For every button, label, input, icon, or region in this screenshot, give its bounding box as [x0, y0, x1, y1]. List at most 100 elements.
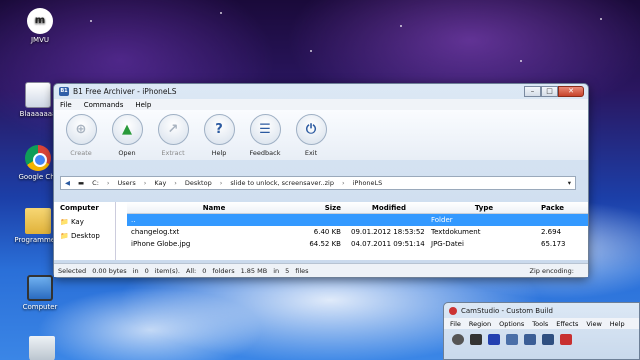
annotation-icon[interactable] [560, 334, 572, 345]
tree-item-label: Desktop [70, 232, 100, 240]
extract-button[interactable]: ↗ Extract [154, 114, 192, 157]
star [310, 50, 312, 52]
desktop-icon-label: Google Chr [18, 173, 58, 181]
column-size[interactable]: Size [297, 204, 347, 212]
tree-item-kay[interactable]: 📁 Kay [60, 218, 111, 226]
cam-menu-view[interactable]: View [586, 320, 601, 328]
column-name[interactable]: Name [127, 204, 297, 212]
open-icon: ▲ [111, 114, 143, 145]
status-files-label: files [295, 266, 309, 275]
region-icon[interactable] [506, 334, 518, 345]
exit-label: Exit [304, 149, 318, 157]
breadcrumb-users[interactable]: Users [118, 179, 136, 187]
column-packed[interactable]: Packe [537, 204, 577, 212]
recycle-bin-icon [29, 336, 55, 360]
chevron-down-icon[interactable]: ▾ [568, 179, 571, 187]
breadcrumb-separator: › [219, 179, 223, 187]
maximize-button[interactable]: □ [541, 86, 558, 97]
breadcrumb-separator: › [143, 179, 147, 187]
tree-item-desktop[interactable]: 📁 Desktop [60, 232, 111, 240]
status-bar: Selected 0.00 bytes in 0 item(s). All: 0… [54, 263, 588, 277]
create-label: Create [70, 149, 92, 157]
menu-commands[interactable]: Commands [84, 101, 124, 109]
window-icon[interactable] [524, 334, 536, 345]
window-title: B1 Free Archiver - iPhoneLS [73, 87, 177, 96]
help-button[interactable]: ? Help [200, 114, 238, 157]
menu-bar: File Commands Help [54, 99, 588, 110]
file-name: iPhone Globe.jpg [131, 240, 191, 248]
column-modified[interactable]: Modified [347, 204, 427, 212]
camstudio-window: CamStudio - Custom Build File Region Opt… [443, 302, 640, 360]
tree-header[interactable]: Computer [60, 204, 111, 212]
feedback-button[interactable]: ☰ Feedback [246, 114, 284, 157]
breadcrumb-iphonels[interactable]: iPhoneLS [353, 179, 383, 187]
cam-menu-file[interactable]: File [450, 320, 461, 328]
file-packed: 2.694 [541, 228, 562, 236]
file-packed: 65.173 [541, 240, 566, 248]
toolbar: ⊕ Create ▲ Open ↗ Extract ? Help ☰ Feedb… [54, 110, 588, 160]
close-button[interactable]: ✕ [558, 86, 584, 97]
archiver-window: B1 B1 Free Archiver - iPhoneLS – □ ✕ Fil… [53, 83, 589, 278]
camstudio-app-icon [449, 306, 457, 315]
menu-help[interactable]: Help [135, 101, 151, 109]
star [520, 60, 522, 62]
file-type: Textdokument [431, 228, 481, 236]
title-bar[interactable]: B1 B1 Free Archiver - iPhoneLS – □ ✕ [54, 84, 588, 99]
file-modified: 04.07.2011 09:51:14 [351, 240, 425, 248]
desktop-icon-label: Computer [22, 303, 58, 311]
cam-menu-effects[interactable]: Effects [556, 320, 578, 328]
back-arrow-icon[interactable]: ◀ [65, 179, 70, 187]
camstudio-menu-bar: File Region Options Tools Effects View H… [444, 318, 639, 329]
feedback-label: Feedback [249, 149, 281, 157]
column-headers: Name Size Modified Type Packe [127, 202, 588, 214]
fullscreen-icon[interactable] [542, 334, 554, 345]
table-row[interactable]: iPhone Globe.jpg 64.52 KB 04.07.2011 09:… [127, 238, 588, 250]
status-in: in [273, 266, 280, 275]
cam-menu-region[interactable]: Region [469, 320, 491, 328]
address-bar[interactable]: ◀ ▬ C: › Users › Kay › Desktop › slide t… [60, 176, 576, 190]
camstudio-title: CamStudio - Custom Build [461, 306, 553, 315]
file-name: changelog.txt [131, 228, 180, 236]
status-items-label: item(s). [154, 266, 180, 275]
app-icon: B1 [59, 87, 69, 96]
desktop-icon-computer[interactable]: Computer [10, 275, 70, 311]
breadcrumb-desktop[interactable]: Desktop [185, 179, 212, 187]
table-row[interactable]: changelog.txt 6.40 KB 09.01.2012 18:53:5… [127, 226, 588, 238]
desktop-icon-jmvu[interactable]: m JMVU [10, 8, 70, 44]
table-row[interactable]: .. Folder [127, 214, 588, 226]
record-icon[interactable] [452, 334, 464, 345]
file-modified: 09.01.2012 18:53:52 [351, 228, 425, 236]
chrome-icon [25, 145, 51, 171]
camstudio-title-bar[interactable]: CamStudio - Custom Build [444, 303, 639, 318]
file-list: Name Size Modified Type Packe .. Folder … [127, 202, 588, 260]
column-type[interactable]: Type [427, 204, 537, 212]
status-folders-count: 0 [202, 266, 207, 275]
feedback-icon: ☰ [249, 114, 281, 145]
help-label: Help [211, 149, 227, 157]
breadcrumb-zip[interactable]: slide to unlock, screensaver..zip [230, 179, 334, 187]
status-selected: Selected [58, 266, 87, 275]
tree-item-label: Kay [70, 218, 84, 226]
extract-label: Extract [161, 149, 185, 157]
desktop-icon-label: Blaaaaaaa [19, 110, 57, 118]
minimize-button[interactable]: – [524, 86, 541, 97]
jmvu-icon: m [27, 8, 53, 34]
exit-button[interactable]: ⏻ Exit [292, 114, 330, 157]
file-size: 6.40 KB [313, 228, 341, 236]
drive-icon: ▬ [78, 179, 85, 187]
cam-menu-options[interactable]: Options [499, 320, 524, 328]
power-icon: ⏻ [295, 114, 327, 145]
open-label: Open [118, 149, 136, 157]
extract-icon: ↗ [157, 114, 189, 145]
cam-menu-help[interactable]: Help [610, 320, 625, 328]
pause-icon[interactable] [470, 334, 482, 345]
desktop-icon-recycle-bin[interactable] [12, 336, 72, 360]
cam-menu-tools[interactable]: Tools [532, 320, 548, 328]
breadcrumb-c[interactable]: C: [92, 179, 99, 187]
open-button[interactable]: ▲ Open [108, 114, 146, 157]
menu-file[interactable]: File [60, 101, 72, 109]
breadcrumb-kay[interactable]: Kay [154, 179, 166, 187]
zip-encoding-label: Zip encoding: [529, 266, 575, 275]
stop-icon[interactable] [488, 334, 500, 345]
create-button[interactable]: ⊕ Create [62, 114, 100, 157]
